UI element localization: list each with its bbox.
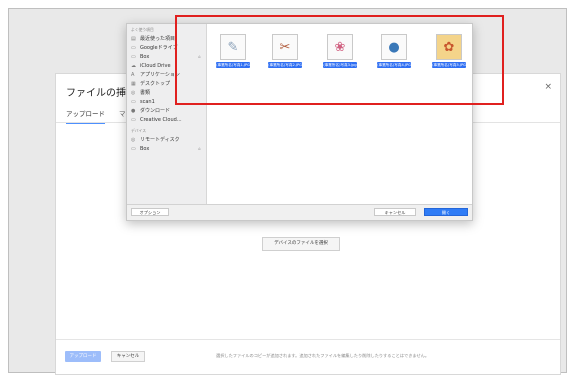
dialog-footer: アップロード キャンセル 選択したファイルのコピーが追加されます。追加されたファ… xyxy=(56,339,560,374)
desktop-icon: ▦ xyxy=(131,80,136,87)
select-file-button[interactable]: デバイスのファイルを選択 xyxy=(262,237,340,251)
sidebar-item-label: デスクトップ xyxy=(140,81,171,87)
sidebar-item-label: iCloud Drive xyxy=(140,62,171,69)
disc-icon: ◎ xyxy=(131,136,136,143)
cancel-button[interactable]: キャンセル xyxy=(111,351,145,362)
folder-icon: ▭ xyxy=(131,53,136,60)
sidebar-item-label: アプリケーション xyxy=(140,72,180,78)
tab-partial[interactable]: マ xyxy=(119,108,126,118)
eject-icon[interactable]: ≐ xyxy=(198,146,201,151)
recent-icon: ▤ xyxy=(131,35,136,42)
devices-header: デバイス xyxy=(131,128,147,133)
sidebar-item-label: ダウンロード xyxy=(140,108,171,114)
sidebar-item-label: scan1 xyxy=(140,98,155,105)
sidebar-item-label: Box xyxy=(140,145,150,152)
open-button[interactable]: 開く xyxy=(424,208,468,216)
sidebar-item-label: 最近使った項目 xyxy=(140,36,176,42)
sidebar-item-label: 書類 xyxy=(140,90,151,96)
sidebar-item-box-device[interactable]: ▭ Box ≐ xyxy=(131,144,205,153)
upload-button[interactable]: アップロード xyxy=(65,351,101,362)
applications-icon: A xyxy=(131,71,135,78)
folder-icon: ▭ xyxy=(131,44,136,51)
favorites-header: よく使う項目 xyxy=(131,27,154,32)
file-picker-footer: オプション キャンセル 開く xyxy=(127,204,472,220)
drive-icon: ▭ xyxy=(131,145,136,152)
options-button[interactable]: オプション xyxy=(131,208,169,216)
copy-note: 選択したファイルのコピーが追加されます。追加されたファイルを編集したり削除したり… xyxy=(216,353,430,358)
sidebar-item-label: Googleドライブ xyxy=(140,45,178,51)
sidebar-item-creative-cloud[interactable]: ▭ Creative Cloud... xyxy=(131,115,205,124)
folder-icon: ▭ xyxy=(131,98,136,105)
picker-cancel-button[interactable]: キャンセル xyxy=(374,208,416,216)
documents-icon: ◎ xyxy=(131,89,136,96)
cloud-icon: ☁ xyxy=(131,62,136,69)
sidebar-item-label: Box xyxy=(140,53,150,60)
folder-icon: ▭ xyxy=(131,116,136,123)
sidebar-item-remote-disc[interactable]: ◎ リモートディスク xyxy=(131,135,205,144)
selection-highlight-box xyxy=(175,15,504,105)
window-frame: ファイルの挿入 × アップロードマ デバイスのファイルを選択 アップロード キャ… xyxy=(8,8,567,375)
sidebar-item-label: リモートディスク xyxy=(140,137,180,143)
download-icon: ● xyxy=(131,107,136,114)
sidebar-item-label: Creative Cloud... xyxy=(140,116,182,123)
close-icon[interactable]: × xyxy=(544,82,552,92)
sidebar-item-downloads[interactable]: ● ダウンロード xyxy=(131,106,205,115)
